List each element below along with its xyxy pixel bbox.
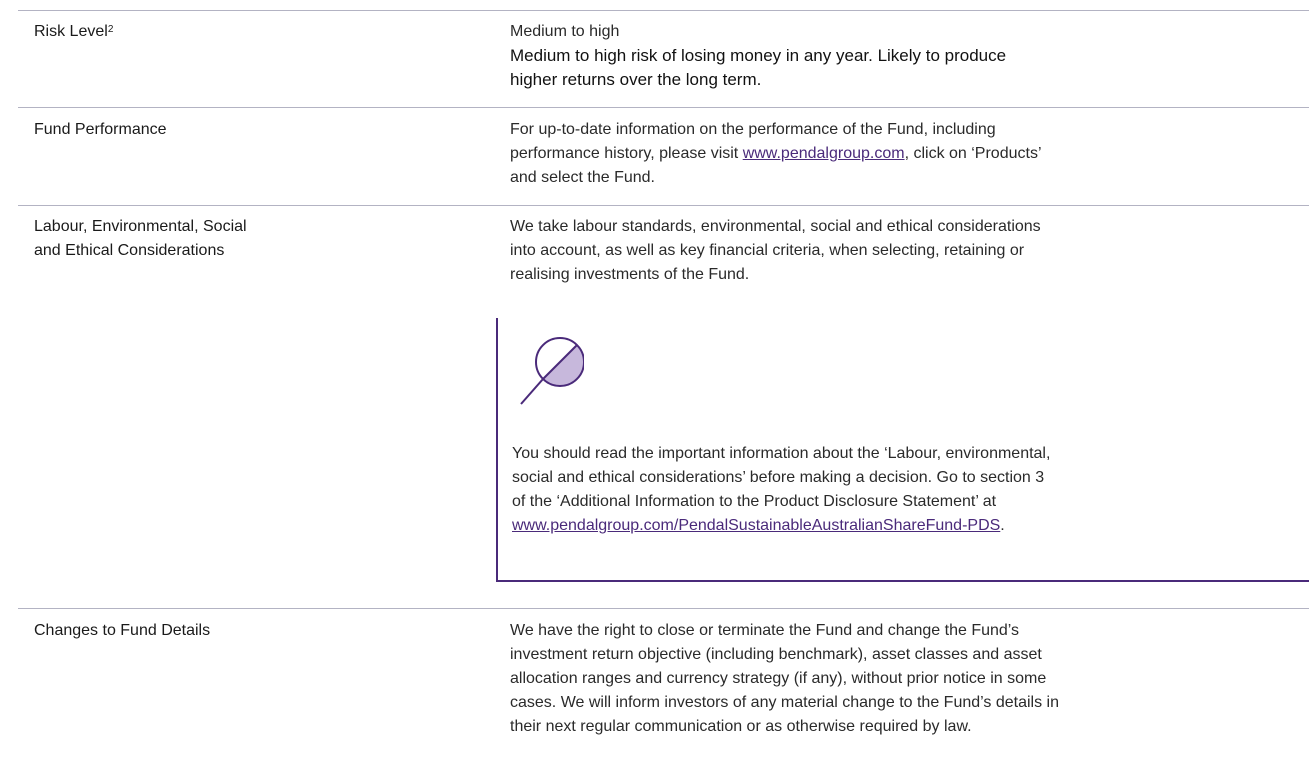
paragraph-line: cases. We will inform investors of any m…	[510, 694, 1059, 711]
callout-line: You should read the important informatio…	[512, 445, 1051, 462]
callout-line: of the ‘Additional Information to the Pr…	[512, 493, 997, 510]
paragraph-text: performance history, please visit	[510, 145, 743, 162]
paragraph-line: We have the right to close or terminate …	[510, 622, 1020, 639]
labour-environmental-label: Labour, Environmental, Social and Ethica…	[34, 215, 247, 263]
risk-level-label-text: Risk Level	[34, 23, 108, 40]
row-divider	[18, 10, 1309, 11]
label-line: and Ethical Considerations	[34, 242, 225, 259]
risk-level-value: Medium to high	[510, 23, 620, 40]
callout-text-end: .	[1000, 517, 1005, 534]
risk-description-line: Medium to high risk of losing money in a…	[510, 46, 1007, 65]
risk-level-content: Medium to high Medium to high risk of lo…	[510, 20, 1290, 92]
fund-performance-label: Fund Performance	[34, 121, 167, 138]
callout-text: You should read the important informatio…	[512, 442, 1302, 538]
row-divider	[18, 107, 1309, 108]
paragraph-line: their next regular communication or as o…	[510, 718, 972, 735]
paragraph-line: We take labour standards, environmental,…	[510, 218, 1041, 235]
callout-line: social and ethical considerations’ befor…	[512, 469, 1045, 486]
paragraph-line: For up-to-date information on the perfor…	[510, 121, 996, 138]
magnifier-icon	[518, 334, 585, 410]
pendal-website-link[interactable]: www.pendalgroup.com	[743, 145, 905, 162]
row-divider	[18, 205, 1309, 206]
label-line: Labour, Environmental, Social	[34, 218, 247, 235]
pds-link[interactable]: www.pendalgroup.com/PendalSustainableAus…	[512, 517, 1000, 534]
paragraph-line: performance history, please visit www.pe…	[510, 142, 1290, 166]
risk-level-label: Risk Level2	[34, 20, 113, 44]
callout-line: www.pendalgroup.com/PendalSustainableAus…	[512, 514, 1302, 538]
paragraph-text: , click on ‘Products’	[904, 145, 1042, 162]
row-divider	[18, 608, 1309, 609]
fund-performance-content: For up-to-date information on the perfor…	[510, 118, 1290, 190]
risk-description-line: higher returns over the long term.	[510, 70, 762, 89]
footnote-marker: 2	[107, 24, 114, 35]
fund-details-table: Risk Level2 Medium to high Medium to hig…	[0, 0, 1309, 762]
paragraph-line: investment return objective (including b…	[510, 646, 1042, 663]
paragraph-line: allocation ranges and currency strategy …	[510, 670, 1047, 687]
changes-to-fund-details-content: We have the right to close or terminate …	[510, 619, 1290, 739]
changes-to-fund-details-label: Changes to Fund Details	[34, 622, 211, 639]
paragraph-line: into account, as well as key financial c…	[510, 242, 1025, 259]
paragraph-line: realising investments of the Fund.	[510, 266, 750, 283]
paragraph-line: and select the Fund.	[510, 169, 655, 186]
labour-environmental-content: We take labour standards, environmental,…	[510, 215, 1290, 287]
important-info-callout: You should read the important informatio…	[496, 318, 1309, 582]
